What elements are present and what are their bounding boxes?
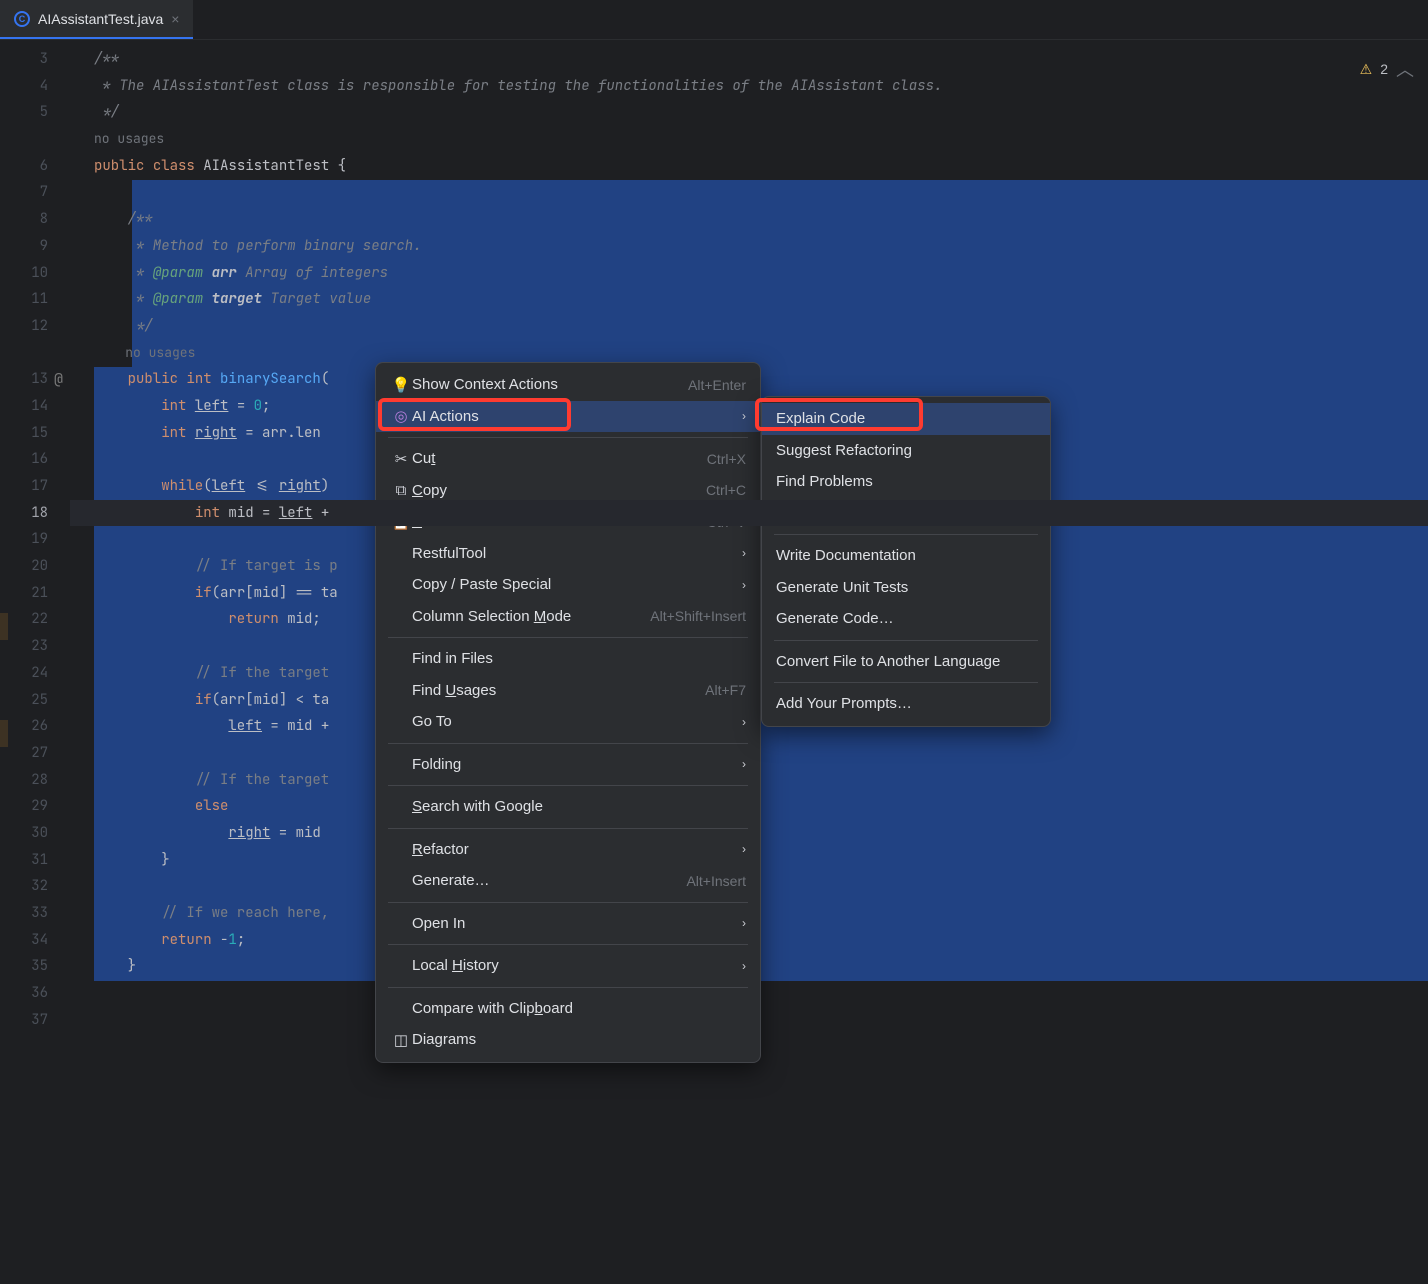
code-text: * The AIAssistantTest class is responsib… — [94, 77, 942, 95]
line-number[interactable]: 11 — [0, 286, 70, 313]
tab-filename: AIAssistantTest.java — [38, 11, 163, 27]
class-icon: C — [14, 11, 30, 27]
line-number[interactable]: 20 — [0, 553, 70, 580]
line-number[interactable]: 23 — [0, 633, 70, 660]
line-number[interactable]: 28 — [0, 767, 70, 794]
line-number[interactable]: 5 — [0, 99, 70, 126]
line-number[interactable]: 14 — [0, 393, 70, 420]
line-number[interactable]: 15 — [0, 420, 70, 447]
line-number[interactable]: 3 — [0, 46, 70, 73]
file-tab[interactable]: C AIAssistantTest.java × — [0, 0, 193, 39]
line-number[interactable]: 33 — [0, 900, 70, 927]
line-number[interactable]: 7 — [0, 179, 70, 206]
code-text: /** — [94, 50, 119, 68]
line-number[interactable]: 12 — [0, 313, 70, 340]
line-number[interactable]: 37 — [0, 1007, 70, 1034]
code-area[interactable]: /** * The AIAssistantTest class is respo… — [70, 40, 1428, 1284]
line-number[interactable]: 29 — [0, 793, 70, 820]
line-number[interactable]: 19 — [0, 526, 70, 553]
line-number[interactable]: 36 — [0, 980, 70, 1007]
line-number[interactable]: 17 — [0, 473, 70, 500]
gutter-marker — [0, 720, 8, 747]
line-number[interactable] — [0, 126, 70, 153]
usages-hint[interactable]: no usages — [94, 344, 195, 361]
code-text: public — [94, 157, 144, 175]
line-number[interactable]: 30 — [0, 820, 70, 847]
line-number[interactable]: 21 — [0, 580, 70, 607]
code-text: /** — [94, 210, 153, 228]
code-text: */ — [94, 103, 119, 121]
gutter: 3456789101112131415161718192021222324252… — [0, 40, 70, 1284]
line-number[interactable]: 8 — [0, 206, 70, 233]
line-number[interactable]: 16 — [0, 446, 70, 473]
line-number[interactable]: 27 — [0, 740, 70, 767]
line-number[interactable]: 32 — [0, 873, 70, 900]
line-number[interactable]: 10 — [0, 260, 70, 287]
tab-bar: C AIAssistantTest.java × — [0, 0, 1428, 40]
gutter-marker — [0, 613, 8, 640]
diagram-icon: ◫ — [390, 1031, 412, 1049]
line-number[interactable]: 25 — [0, 687, 70, 714]
line-number[interactable]: 22 — [0, 606, 70, 633]
editor: 3456789101112131415161718192021222324252… — [0, 40, 1428, 1284]
line-number[interactable]: 35 — [0, 953, 70, 980]
line-number[interactable]: 26 — [0, 713, 70, 740]
line-number[interactable]: 6 — [0, 153, 70, 180]
close-icon[interactable]: × — [171, 11, 179, 27]
line-number[interactable] — [0, 340, 70, 367]
line-number[interactable]: 9 — [0, 233, 70, 260]
line-number[interactable]: 31 — [0, 847, 70, 874]
gutter-annotation-icon[interactable]: @ — [54, 369, 63, 389]
usages-hint[interactable]: no usages — [94, 130, 164, 147]
code-text: * Method to perform binary search. — [94, 237, 422, 255]
line-number[interactable]: 24 — [0, 660, 70, 687]
line-number[interactable]: 4 — [0, 73, 70, 100]
code-text: */ — [94, 317, 153, 335]
line-number[interactable]: 34 — [0, 927, 70, 954]
line-number[interactable]: 18 — [0, 500, 70, 527]
